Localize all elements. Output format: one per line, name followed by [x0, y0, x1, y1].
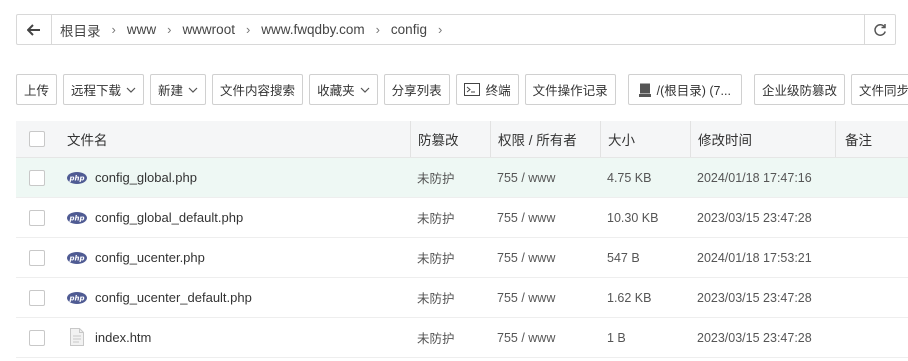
row-checkbox[interactable] [29, 289, 45, 306]
modified-time: 2023/03/15 23:47:28 [697, 210, 812, 225]
file-size: 547 B [607, 250, 640, 265]
row-checkbox[interactable] [29, 169, 45, 186]
svg-text:php: php [68, 214, 84, 222]
permission[interactable]: 755 / www [490, 171, 600, 185]
disk-label: /(根目录) (7... [656, 84, 731, 98]
table-row[interactable]: php config_ucenter.php 未防护 755 / www 547… [16, 238, 908, 278]
file-sync-label: 文件同步 [858, 84, 908, 98]
share-list-label: 分享列表 [391, 84, 442, 98]
upload-button[interactable]: 上传 [16, 74, 58, 105]
operation-log-label: 文件操作记录 [532, 84, 608, 98]
new-label: 新建 [158, 84, 184, 98]
file-sync-button[interactable]: 文件同步 [850, 74, 908, 105]
php-file-icon: php [67, 211, 87, 224]
tamper-protect-label: 企业级防篡改 [761, 84, 837, 98]
svg-text:php: php [68, 254, 84, 262]
modified-time: 2023/03/15 23:47:28 [697, 290, 812, 305]
breadcrumb-item-config[interactable]: config [391, 22, 427, 37]
file-size: 1 B [607, 330, 626, 345]
table-row[interactable]: php config_global_default.php 未防护 755 / … [16, 198, 908, 238]
content-search-button[interactable]: 文件内容搜索 [212, 74, 304, 105]
modified-time: 2024/01/18 17:53:21 [697, 250, 812, 265]
modified-time: 2024/01/18 17:47:16 [697, 170, 812, 185]
permission[interactable]: 755 / www [490, 251, 600, 265]
chevron-right-icon: › [167, 22, 172, 37]
document-file-icon [67, 327, 87, 348]
path-bar: 根目录 › www › wwwroot › www.fwqdby.com › c… [16, 14, 896, 45]
select-all-cell [16, 121, 58, 157]
breadcrumb-item-wwwroot[interactable]: wwwroot [182, 22, 235, 37]
terminal-button[interactable]: 终端 [455, 74, 519, 105]
modified-time: 2023/03/15 23:47:28 [697, 330, 812, 345]
permission[interactable]: 755 / www [490, 331, 600, 345]
header-name[interactable]: 文件名 [58, 121, 410, 157]
disk-button[interactable]: /(根目录) (7... [627, 74, 742, 105]
row-checkbox[interactable] [29, 329, 45, 346]
refresh-icon [874, 23, 886, 36]
php-file-icon: php [67, 171, 87, 184]
chevron-right-icon: › [437, 22, 443, 37]
breadcrumb-item-root[interactable]: 根目录 [60, 20, 101, 40]
table-row[interactable]: php config_ucenter_default.php 未防护 755 /… [16, 278, 908, 318]
remote-download-label: 远程下载 [71, 84, 122, 98]
row-checkbox[interactable] [29, 209, 45, 226]
table-row[interactable]: php config_global.php 未防护 755 / www 4.75… [16, 158, 908, 198]
permission[interactable]: 755 / www [490, 211, 600, 225]
remote-download-button[interactable]: 远程下载 [63, 74, 145, 105]
chevron-right-icon: › [245, 22, 251, 37]
php-file-icon: php [67, 251, 87, 264]
chevron-right-icon: › [111, 22, 116, 37]
protect-status[interactable]: 未防护 [410, 168, 490, 187]
select-all-checkbox[interactable] [29, 131, 45, 147]
svg-text:php: php [68, 294, 84, 302]
header-mtime[interactable]: 修改时间 [690, 121, 835, 157]
file-name[interactable]: config_global_default.php [95, 210, 243, 225]
protect-status[interactable]: 未防护 [410, 328, 490, 347]
file-size: 1.62 KB [607, 290, 652, 305]
table-header: 文件名 防篡改 权限 / 所有者 大小 修改时间 备注 [16, 121, 908, 158]
back-button[interactable] [17, 15, 52, 44]
terminal-icon [463, 83, 480, 96]
arrow-left-icon [27, 23, 40, 36]
disk-icon [638, 83, 651, 97]
header-perm[interactable]: 权限 / 所有者 [490, 121, 600, 157]
file-size: 4.75 KB [607, 170, 652, 185]
chevron-right-icon: › [375, 22, 380, 37]
breadcrumb: 根目录 › www › wwwroot › www.fwqdby.com › c… [52, 15, 864, 44]
svg-text:php: php [68, 174, 84, 182]
favorites-button[interactable]: 收藏夹 [309, 74, 378, 105]
header-note: 备注 [835, 121, 908, 157]
file-size: 10.30 KB [607, 210, 659, 225]
chevron-down-icon [126, 87, 136, 93]
breadcrumb-item-site[interactable]: www.fwqdby.com [261, 22, 364, 37]
new-button[interactable]: 新建 [150, 74, 207, 105]
favorites-label: 收藏夹 [317, 84, 355, 98]
table-row[interactable]: index.htm 未防护 755 / www 1 B 2023/03/15 2… [16, 318, 908, 358]
chevron-down-icon [188, 87, 198, 93]
header-protect[interactable]: 防篡改 [410, 121, 490, 157]
protect-status[interactable]: 未防护 [410, 288, 490, 307]
file-name[interactable]: config_ucenter_default.php [95, 290, 252, 305]
protect-status[interactable]: 未防护 [410, 248, 490, 267]
file-name[interactable]: config_ucenter.php [95, 250, 205, 265]
content-search-label: 文件内容搜索 [220, 84, 296, 98]
operation-log-button[interactable]: 文件操作记录 [524, 74, 616, 105]
php-file-icon: php [67, 291, 87, 304]
terminal-label: 终端 [485, 84, 511, 98]
protect-status[interactable]: 未防护 [410, 208, 490, 227]
file-toolbar: 上传 远程下载 新建 文件内容搜索 收藏夹 分享列表 终端 文件操作记录 /(根… [16, 74, 908, 106]
header-size[interactable]: 大小 [600, 121, 690, 157]
permission[interactable]: 755 / www [490, 291, 600, 305]
file-name[interactable]: index.htm [95, 330, 151, 345]
share-list-button[interactable]: 分享列表 [383, 74, 450, 105]
tamper-protect-button[interactable]: 企业级防篡改 [753, 74, 845, 105]
row-checkbox[interactable] [29, 249, 45, 266]
breadcrumb-item-www[interactable]: www [127, 22, 156, 37]
chevron-down-icon [360, 87, 370, 93]
file-name[interactable]: config_global.php [95, 170, 197, 185]
upload-label: 上传 [24, 84, 50, 98]
file-table: 文件名 防篡改 权限 / 所有者 大小 修改时间 备注 php config_g… [16, 121, 908, 358]
refresh-button[interactable] [864, 15, 895, 44]
